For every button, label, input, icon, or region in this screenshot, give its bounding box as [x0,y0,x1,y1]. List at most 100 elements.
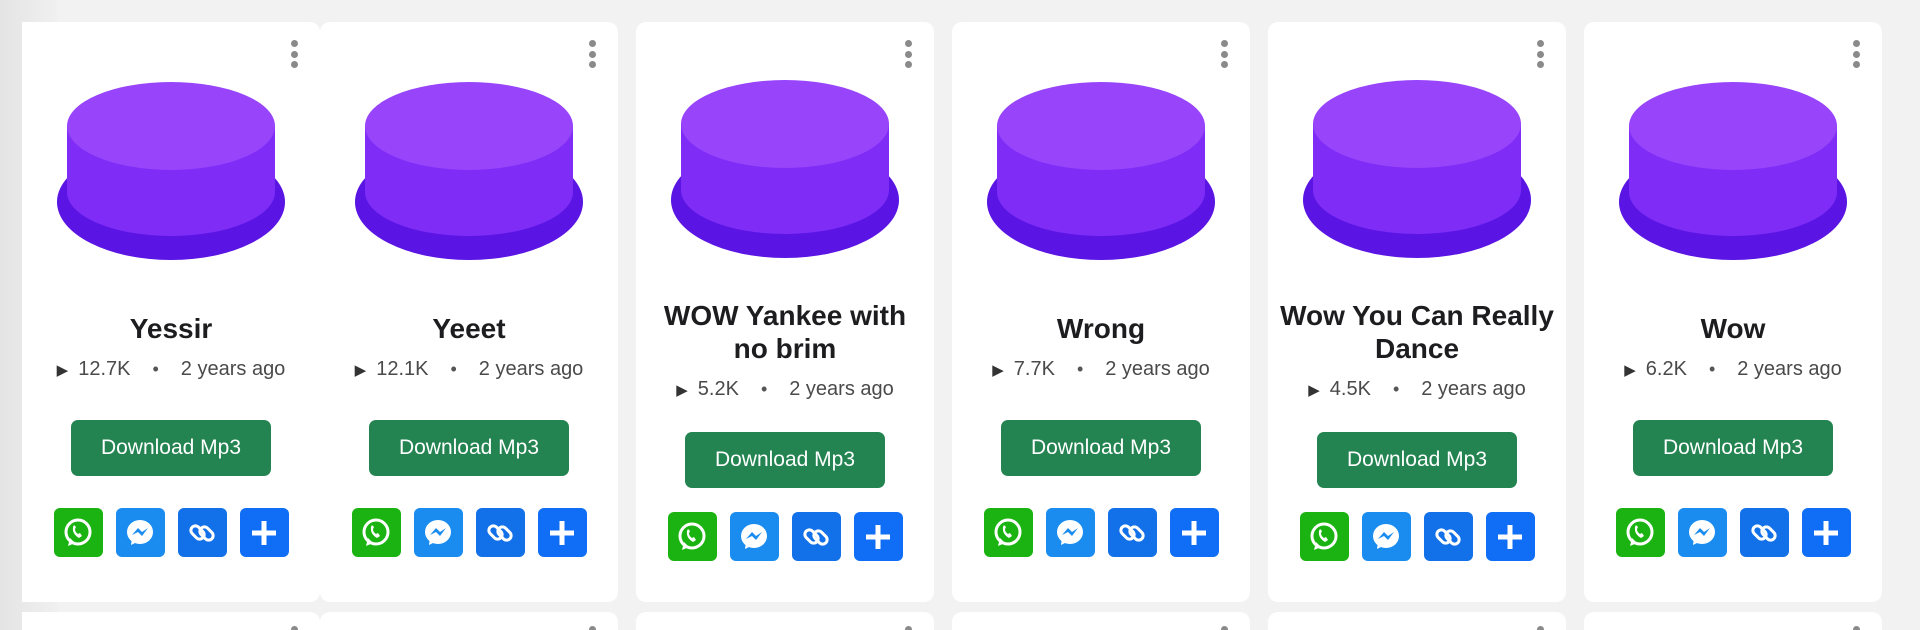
whatsapp-share-button[interactable] [983,508,1033,557]
plus-icon [550,520,574,545]
download-mp3-button[interactable]: Download Mp3 [1633,420,1833,476]
whatsapp-share-button[interactable] [1615,508,1665,557]
sound-card: WOW Yankee with no brim ▶ 5.2K • 2 years… [636,22,934,602]
add-to-favorites-button[interactable] [239,508,289,557]
messenger-icon [741,523,767,549]
plus-icon [1814,520,1838,545]
whatsapp-icon [1310,522,1338,550]
add-to-favorites-button[interactable] [537,508,587,557]
messenger-share-button[interactable] [1045,508,1095,557]
play-count-icon: ▶ [992,361,1004,379]
messenger-share-button[interactable] [115,508,165,557]
copy-link-button[interactable] [1107,508,1157,557]
play-count-icon: ▶ [56,361,69,379]
messenger-share-button[interactable] [1361,512,1411,561]
messenger-icon [1373,523,1399,549]
play-count-icon: ▶ [1308,381,1320,399]
sound-button-icon[interactable] [1301,72,1533,264]
copy-link-button[interactable] [1739,508,1789,557]
whatsapp-icon [678,522,706,550]
whatsapp-share-button[interactable] [1299,512,1349,561]
separator-dot: • [1076,359,1084,379]
sound-meta: ▶ 5.2K • 2 years ago [636,378,934,401]
next-row-card [1584,612,1882,630]
separator-dot: • [152,359,159,379]
add-to-favorites-button[interactable] [1485,512,1535,561]
sound-title[interactable]: Yessir [32,312,310,345]
upload-age: 2 years ago [478,358,584,380]
copy-link-button[interactable] [791,512,841,561]
more-options-button[interactable] [1532,624,1548,630]
sound-meta: ▶ 4.5K • 2 years ago [1268,378,1566,401]
whatsapp-icon [994,518,1022,546]
whatsapp-icon [362,518,390,546]
play-count-icon: ▶ [354,361,367,379]
share-buttons [1268,512,1566,561]
link-icon [1119,523,1145,542]
more-options-button[interactable] [1216,624,1232,630]
more-options-button[interactable] [1848,624,1864,630]
more-options-button[interactable] [900,624,916,630]
download-mp3-button[interactable]: Download Mp3 [685,432,885,488]
play-count: 12.7K [78,358,131,380]
messenger-share-button[interactable] [1677,508,1727,557]
sound-title[interactable]: Wow You Can Really Dance [1278,299,1556,365]
play-count: 7.7K [1013,358,1055,380]
more-options-button[interactable] [286,38,302,70]
messenger-share-button[interactable] [413,508,463,557]
more-options-button[interactable] [1848,38,1864,70]
add-to-favorites-button[interactable] [1169,508,1219,557]
add-to-favorites-button[interactable] [853,512,903,561]
copy-link-button[interactable] [177,508,227,557]
sound-title[interactable]: WOW Yankee with no brim [646,299,924,365]
copy-link-button[interactable] [1423,512,1473,561]
whatsapp-share-button[interactable] [351,508,401,557]
whatsapp-share-button[interactable] [667,512,717,561]
sound-title[interactable]: Wow [1594,312,1872,345]
download-mp3-button[interactable]: Download Mp3 [369,420,569,476]
separator-dot: • [1708,359,1716,379]
play-count: 12.1K [376,358,429,380]
link-icon [803,527,829,546]
more-options-button[interactable] [584,624,600,630]
play-count: 5.2K [697,378,739,400]
sound-title[interactable]: Yeeet [330,312,608,345]
messenger-icon [1057,519,1083,545]
sound-meta: ▶ 6.2K • 2 years ago [1584,358,1882,381]
more-options-button[interactable] [1532,38,1548,70]
sound-title[interactable]: Wrong [962,312,1240,345]
next-row-card [636,612,934,630]
plus-icon [1498,524,1522,549]
messenger-share-button[interactable] [729,512,779,561]
sound-meta: ▶ 12.1K • 2 years ago [320,358,618,381]
messenger-icon [425,519,451,545]
add-to-favorites-button[interactable] [1801,508,1851,557]
download-mp3-button[interactable]: Download Mp3 [71,420,271,476]
next-row-card [952,612,1250,630]
upload-age: 2 years ago [1737,358,1842,380]
sound-button-icon[interactable] [55,74,287,266]
sound-card: Wow ▶ 6.2K • 2 years ago Download Mp3 [1584,22,1882,602]
sound-card: Yessir ▶ 12.7K • 2 years ago Download Mp… [22,22,320,602]
link-icon [1435,527,1461,546]
sound-button-icon[interactable] [669,72,901,264]
more-options-button[interactable] [584,38,600,70]
plus-icon [866,524,890,549]
copy-link-button[interactable] [475,508,525,557]
sound-card: Wrong ▶ 7.7K • 2 years ago Download Mp3 [952,22,1250,602]
separator-dot: • [760,379,768,399]
more-options-button[interactable] [286,624,302,630]
upload-age: 2 years ago [789,378,894,400]
download-mp3-button[interactable]: Download Mp3 [1001,420,1201,476]
sound-button-icon[interactable] [1617,74,1849,266]
share-buttons [1584,508,1882,557]
more-options-button[interactable] [1216,38,1232,70]
link-icon [189,523,215,542]
share-buttons [636,512,934,561]
whatsapp-share-button[interactable] [53,508,103,557]
upload-age: 2 years ago [180,358,286,380]
more-options-button[interactable] [900,38,916,70]
download-mp3-button[interactable]: Download Mp3 [1317,432,1517,488]
sound-button-icon[interactable] [985,74,1217,266]
sound-button-icon[interactable] [353,74,585,266]
